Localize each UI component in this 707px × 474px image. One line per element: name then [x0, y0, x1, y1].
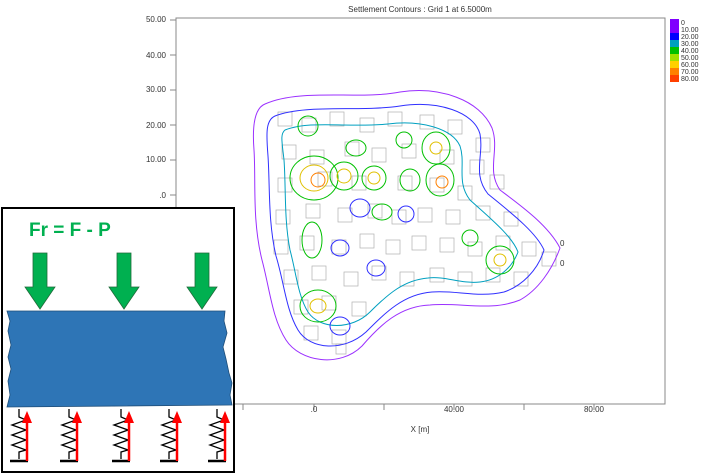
plot-title: Settlement Contours : Grid 1 at 6.5000m [348, 5, 492, 14]
y-tick-label: 40.00 [146, 51, 167, 60]
legend-label: 50.00 [681, 55, 699, 62]
legend-label: 80.00 [681, 76, 699, 83]
legend-swatch [670, 54, 679, 61]
reaction-arrow-head [72, 411, 82, 423]
spring-support [60, 409, 82, 463]
contour-label: 0 [560, 239, 565, 248]
legend-swatch [670, 19, 679, 26]
legend-swatch [670, 40, 679, 47]
legend-swatch [670, 26, 679, 33]
reaction-arrow-head [172, 411, 182, 423]
x-tick-label: 40.00 [444, 405, 465, 414]
y-tick-label: 10.00 [146, 155, 167, 164]
legend-label: 30.00 [681, 41, 699, 48]
spring-coil [60, 409, 79, 459]
legend-label: 70.00 [681, 69, 699, 76]
legend-label: 0 [681, 20, 685, 27]
down-arrow [186, 252, 218, 310]
spring-coil [160, 409, 179, 459]
legend-swatch [670, 47, 679, 54]
foundation-block [6, 310, 233, 408]
reaction-arrow-head [124, 411, 134, 423]
legend-label: 40.00 [681, 48, 699, 55]
spring-support [112, 409, 134, 463]
legend-label: 20.00 [681, 34, 699, 41]
x-axis: .0 40.00 80.00 X [m] [242, 404, 605, 434]
applied-load-arrows [24, 252, 218, 310]
y-tick-label: 20.00 [146, 121, 167, 130]
x-axis-label: X [m] [411, 425, 430, 434]
legend-swatch [670, 61, 679, 68]
y-axis: 50.00 40.00 30.00 20.00 10.00 .0 [146, 15, 176, 200]
spring-coil [208, 409, 227, 459]
contour-label: 0 [560, 259, 565, 268]
legend: 010.0020.0030.0040.0050.0060.0070.0080.0… [670, 19, 699, 83]
spring-support [10, 409, 32, 463]
legend-label: 60.00 [681, 62, 699, 69]
soil-springs [10, 409, 230, 463]
pile-load-diagram: Fr = F - P [1, 207, 235, 473]
legend-label: 10.00 [681, 27, 699, 34]
spring-coil [10, 409, 29, 459]
down-arrow [24, 252, 56, 310]
legend-swatch [670, 75, 679, 82]
legend-swatch [670, 33, 679, 40]
plot-frame [175, 17, 666, 405]
y-tick-label: .0 [159, 191, 166, 200]
y-tick-label: 30.00 [146, 85, 167, 94]
reaction-arrow-head [22, 411, 32, 423]
inset-drawing [6, 252, 233, 463]
y-tick-label: 50.00 [146, 15, 167, 24]
spring-support [208, 409, 230, 463]
spring-support [160, 409, 182, 463]
x-tick-label: .0 [311, 405, 318, 414]
legend-swatch [670, 68, 679, 75]
down-arrow [108, 252, 140, 310]
x-tick-label: 80.00 [584, 405, 605, 414]
reaction-arrow-head [220, 411, 230, 423]
spring-coil [112, 409, 131, 459]
